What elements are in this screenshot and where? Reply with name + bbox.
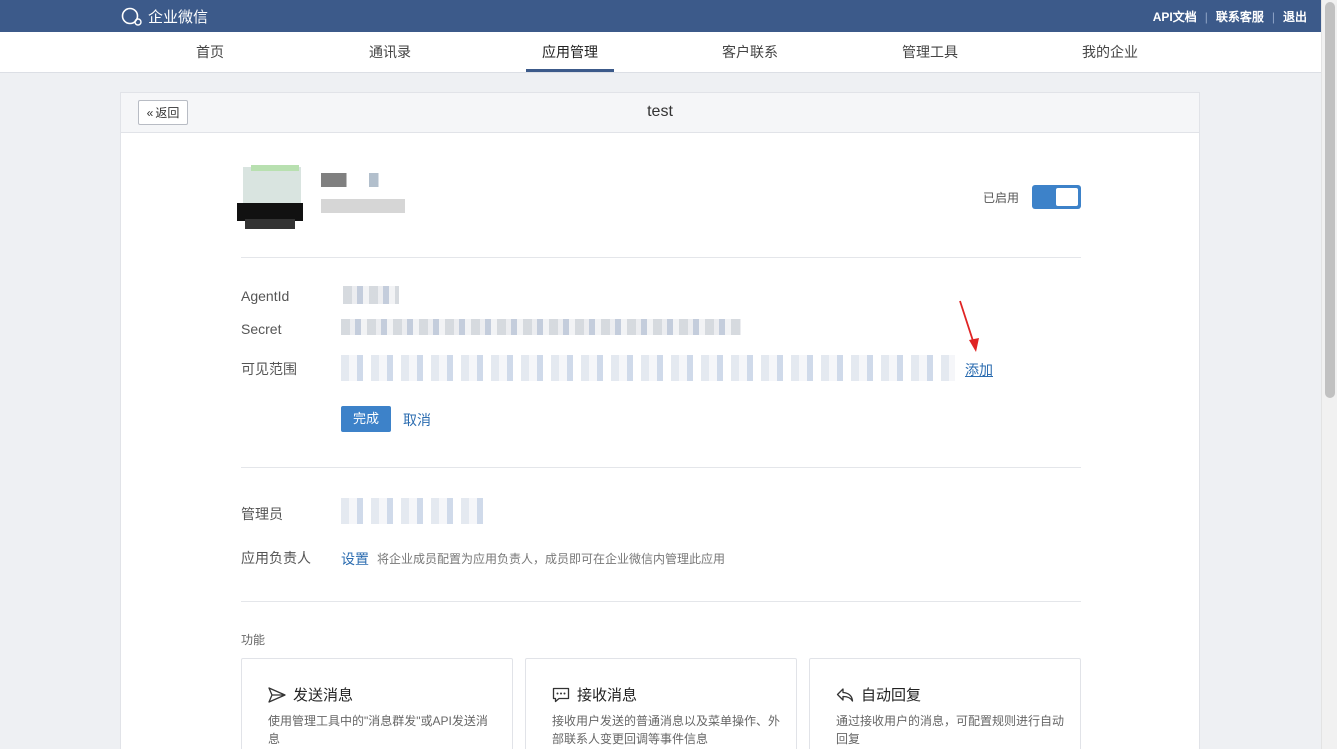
- set-owner-link[interactable]: 设置: [341, 549, 369, 569]
- app-detail-card: « 返回 test 已启用 AgentId Secret 可见范围 添加 完成 …: [120, 92, 1200, 749]
- divider: [241, 601, 1081, 602]
- nav-item-contacts[interactable]: 通讯录: [350, 32, 430, 72]
- agentid-value-redacted: [343, 286, 399, 304]
- feature-description: 接收用户发送的普通消息以及菜单操作、外部联系人变更回调等事件信息: [552, 714, 781, 746]
- logo[interactable]: 企业微信: [120, 6, 208, 27]
- page-scrollbar[interactable]: [1321, 0, 1337, 749]
- nav-item-management-tools[interactable]: 管理工具: [890, 32, 970, 72]
- feature-description: 通过接收用户的消息，可配置规则进行自动回复: [836, 714, 1065, 746]
- top-bar: 企业微信 API文档 | 联系客服 | 退出: [0, 0, 1321, 32]
- logo-text: 企业微信: [148, 9, 209, 26]
- top-links: API文档 | 联系客服 | 退出: [1153, 8, 1307, 25]
- feature-description: 使用管理工具中的"消息群发"或API发送消息: [268, 714, 488, 746]
- wecom-logo-icon: [121, 7, 142, 26]
- chat-icon: [552, 687, 570, 702]
- feature-title: 自动回复: [861, 687, 922, 704]
- feature-title: 发送消息: [293, 687, 354, 704]
- feature-card-receive-message[interactable]: 接收消息 接收用户发送的普通消息以及菜单操作、外部联系人变更回调等事件信息: [525, 658, 797, 749]
- nav-item-customer-contact[interactable]: 客户联系: [710, 32, 790, 72]
- admin-label: 管理员: [241, 506, 283, 522]
- contact-support-link[interactable]: 联系客服: [1216, 8, 1264, 25]
- owner-hint: 将企业成员配置为应用负责人，成员即可在企业微信内管理此应用: [377, 552, 726, 566]
- logout-link[interactable]: 退出: [1283, 8, 1307, 25]
- divider: [241, 467, 1081, 468]
- enable-toggle[interactable]: [1032, 185, 1081, 209]
- app-name-redacted: [321, 173, 385, 187]
- secret-label: Secret: [241, 321, 282, 337]
- divider: [241, 257, 1081, 258]
- feature-card-send-message[interactable]: 发送消息 使用管理工具中的"消息群发"或API发送消息: [241, 658, 513, 749]
- admin-members-redacted: [341, 498, 489, 524]
- reply-icon: [836, 687, 854, 702]
- secret-value-redacted: [341, 319, 741, 335]
- features-section-label: 功能: [241, 633, 266, 647]
- nav-item-home[interactable]: 首页: [170, 32, 250, 72]
- nav-item-my-enterprise[interactable]: 我的企业: [1070, 32, 1150, 72]
- cancel-link[interactable]: 取消: [403, 410, 431, 430]
- app-logo-image: [237, 161, 303, 229]
- feature-title: 接收消息: [577, 687, 638, 704]
- add-scope-link[interactable]: 添加: [965, 360, 993, 380]
- visible-scope-label: 可见范围: [241, 361, 297, 377]
- page-title: test: [647, 103, 673, 120]
- app-description-redacted: [321, 199, 405, 213]
- done-button[interactable]: 完成: [341, 406, 391, 432]
- app-owner-label: 应用负责人: [241, 550, 311, 566]
- api-docs-link[interactable]: API文档: [1153, 8, 1197, 25]
- scrollbar-thumb[interactable]: [1325, 2, 1335, 398]
- separator: |: [1204, 9, 1208, 24]
- nav-item-app-management[interactable]: 应用管理: [526, 32, 614, 72]
- separator: |: [1271, 9, 1275, 24]
- visible-scope-members-redacted: [341, 355, 955, 381]
- card-header: « 返回 test: [121, 93, 1199, 133]
- status-label: 已启用: [983, 191, 1020, 205]
- main-nav: 首页 通讯录 应用管理 客户联系 管理工具 我的企业: [0, 32, 1321, 73]
- agentid-label: AgentId: [241, 288, 290, 304]
- send-icon: [268, 686, 286, 703]
- toggle-knob: [1056, 188, 1078, 206]
- feature-card-auto-reply[interactable]: 自动回复 通过接收用户的消息，可配置规则进行自动回复: [809, 658, 1081, 749]
